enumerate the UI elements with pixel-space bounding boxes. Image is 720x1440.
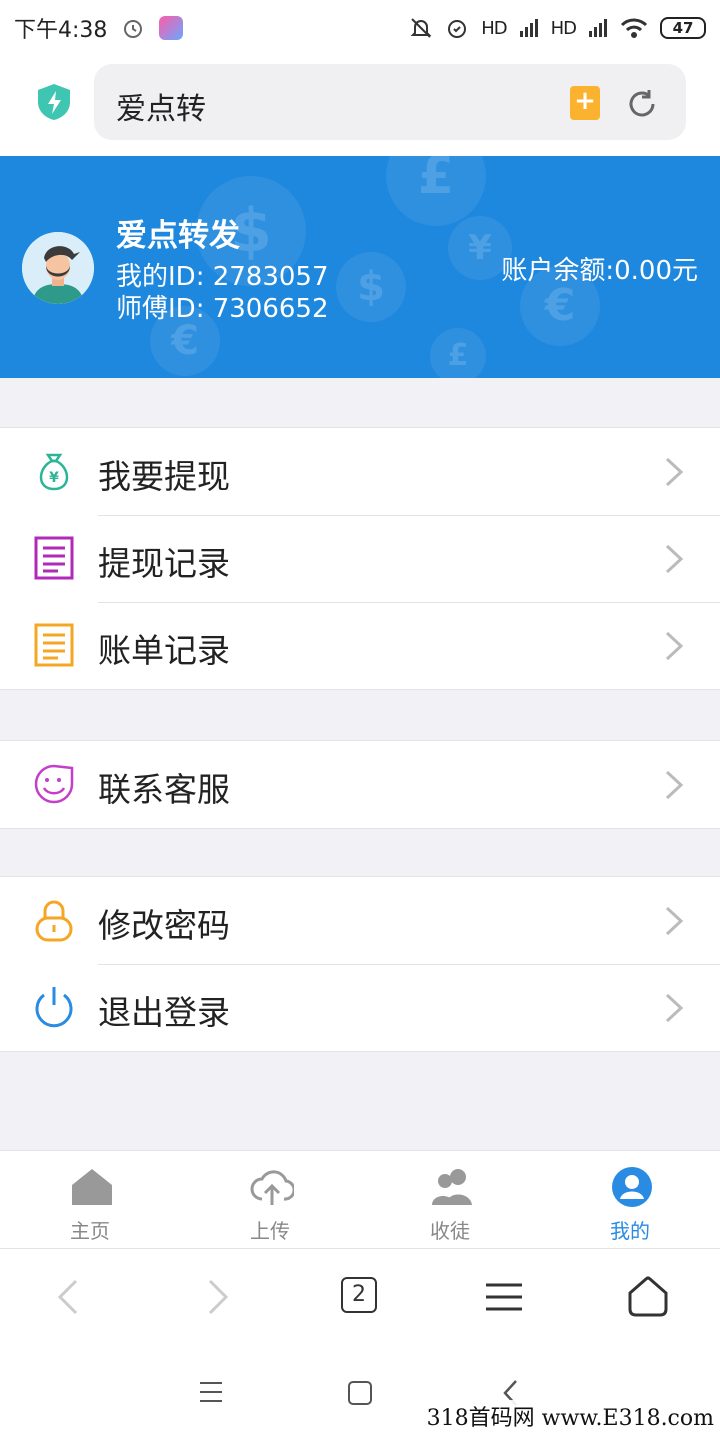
menu-item-logout[interactable]: 退出登录	[0, 964, 720, 1051]
menu-icon[interactable]	[482, 1275, 526, 1319]
battery-indicator: 47	[660, 17, 706, 39]
tab-label: 主页	[70, 1219, 110, 1243]
menu-label: 账单记录	[98, 631, 230, 670]
profile-banner: $ £ ¥ $ € € £ 爱点转发 我的ID: 2783057 师傅ID: 7…	[0, 156, 720, 378]
menu-item-bill-records[interactable]: 账单记录	[0, 602, 720, 689]
signal-bars-icon	[589, 19, 607, 37]
reload-icon[interactable]	[626, 88, 658, 120]
app-notification-icon	[159, 16, 184, 40]
menu-item-contact-service[interactable]: 联系客服	[0, 741, 720, 828]
smiley-chat-icon	[34, 764, 74, 804]
add-bookmark-icon[interactable]: +	[570, 86, 600, 120]
bottom-tab-bar: 主页 上传 收徒 我的	[0, 1150, 720, 1248]
tab-switcher-button[interactable]: 2	[341, 1277, 377, 1313]
watermark-text: 318首码网 www.E318.com	[426, 1400, 714, 1432]
security-shield-icon[interactable]	[36, 82, 72, 122]
chevron-right-icon	[665, 906, 684, 936]
wifi-icon	[620, 18, 648, 38]
cloud-upload-icon	[250, 1170, 294, 1205]
signal-bars-icon	[519, 19, 538, 37]
menu-group-finance: ¥ 我要提现 提现记录 账单记录	[0, 427, 720, 690]
document-list-icon	[34, 536, 74, 580]
menu-label: 联系客服	[98, 770, 230, 809]
decorative-coin: $	[336, 252, 406, 322]
back-arrow-icon[interactable]	[48, 1275, 92, 1319]
menu-item-withdraw[interactable]: ¥ 我要提现	[0, 428, 720, 515]
browser-address-bar: 爱点转 +	[0, 56, 720, 156]
avatar[interactable]	[22, 232, 94, 304]
users-icon	[432, 1169, 472, 1205]
url-field[interactable]: 爱点转 +	[94, 64, 686, 140]
system-navigation-bar: 318首码网 www.E318.com	[0, 1344, 720, 1440]
svg-text:¥: ¥	[49, 470, 59, 486]
power-icon	[35, 987, 73, 1028]
master-id: 师傅ID: 7306652	[116, 294, 329, 324]
tab-mine[interactable]: 我的	[540, 1151, 720, 1248]
tab-label: 上传	[250, 1219, 290, 1243]
mute-bell-icon	[410, 18, 432, 38]
home-icon	[72, 1169, 112, 1205]
chevron-right-icon	[665, 631, 684, 661]
url-text: 爱点转	[116, 92, 206, 127]
user-profile-icon	[612, 1167, 652, 1207]
menu-group-service: 联系客服	[0, 740, 720, 829]
forward-arrow-icon[interactable]	[194, 1275, 238, 1319]
chevron-right-icon	[665, 993, 684, 1023]
recent-apps-icon[interactable]	[198, 1380, 224, 1404]
chevron-right-icon	[665, 544, 684, 574]
status-bar: 下午4:38 HD HD 47	[0, 0, 720, 56]
menu-label: 退出登录	[98, 993, 230, 1032]
decorative-coin: £	[430, 328, 486, 378]
menu-group-account: 修改密码 退出登录	[0, 876, 720, 1052]
tab-upload[interactable]: 上传	[180, 1151, 360, 1248]
user-avatar-icon	[22, 232, 94, 304]
tab-apprentice[interactable]: 收徒	[360, 1151, 540, 1248]
lock-icon	[35, 900, 73, 942]
bill-list-icon	[34, 623, 74, 667]
status-time: 下午4:38	[14, 18, 108, 43]
menu-label: 提现记录	[98, 544, 230, 583]
menu-item-change-password[interactable]: 修改密码	[0, 877, 720, 964]
tab-label: 我的	[610, 1219, 650, 1243]
money-bag-icon: ¥	[39, 453, 69, 491]
account-balance: 账户余额:0.00元	[501, 256, 698, 286]
alarm-clock-icon	[448, 20, 467, 38]
home-square-icon[interactable]	[347, 1380, 373, 1406]
signal-hd-1: HD	[481, 17, 507, 39]
menu-label: 我要提现	[98, 457, 230, 496]
signal-hd-2: HD	[550, 17, 577, 39]
chevron-right-icon	[665, 770, 684, 800]
user-nickname: 爱点转发	[116, 218, 240, 254]
decorative-coin: £	[386, 156, 486, 226]
tab-home[interactable]: 主页	[0, 1151, 180, 1248]
menu-item-withdraw-records[interactable]: 提现记录	[0, 515, 720, 602]
chevron-right-icon	[665, 457, 684, 487]
tab-label: 收徒	[430, 1219, 470, 1243]
home-outline-icon[interactable]	[626, 1275, 670, 1319]
menu-label: 修改密码	[98, 906, 230, 945]
alarm-icon	[124, 20, 143, 38]
